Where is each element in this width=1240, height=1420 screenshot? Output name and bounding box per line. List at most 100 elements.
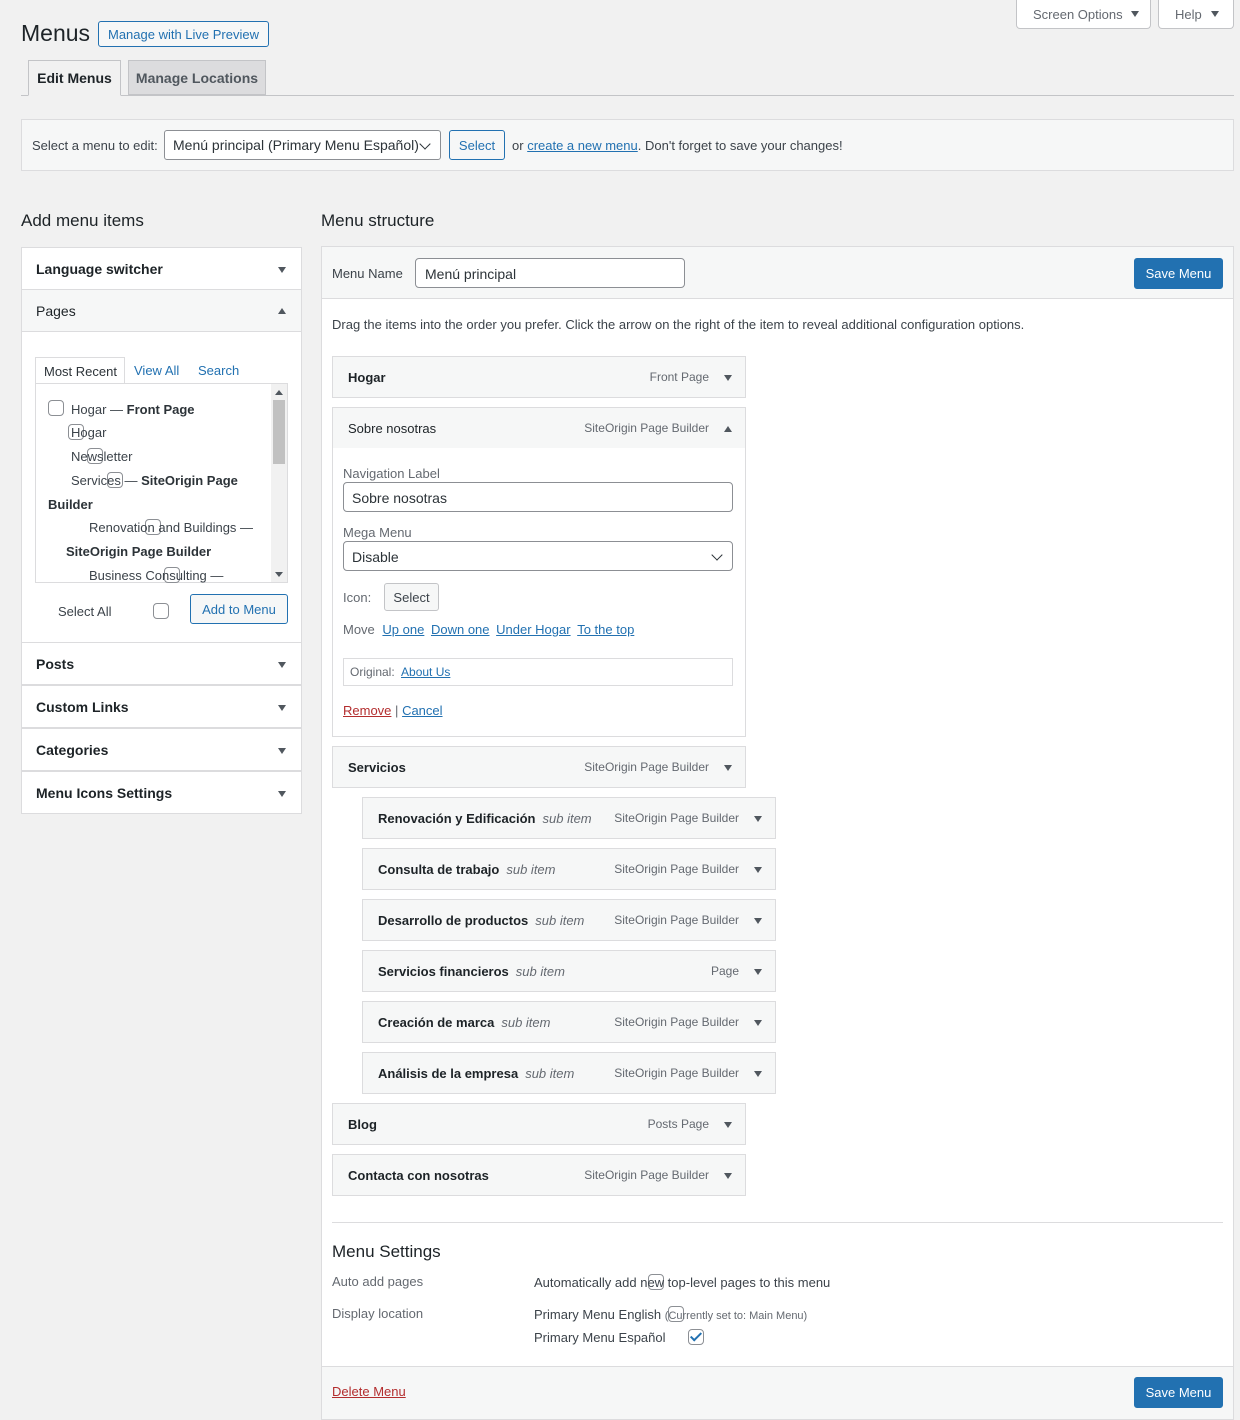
accordion-menu-icons-settings[interactable]: Menu Icons Settings xyxy=(21,771,302,814)
accordion-pages[interactable]: Pages xyxy=(21,289,302,332)
original-link[interactable]: About Us xyxy=(401,665,450,679)
caret-down-icon[interactable] xyxy=(754,969,762,975)
location-espanol-label: Primary Menu Español xyxy=(534,1330,666,1345)
tab-most-recent[interactable]: Most Recent xyxy=(35,357,125,384)
remove-cancel-row: Remove | Cancel xyxy=(343,703,443,718)
accordion-language-switcher[interactable]: Language switcher xyxy=(21,247,302,290)
list-item: Business Consulting — xyxy=(89,568,224,583)
save-menu-button[interactable]: Save Menu xyxy=(1134,258,1223,289)
caret-down-icon[interactable] xyxy=(754,1020,762,1026)
caret-down-icon xyxy=(278,662,286,668)
scrollbar-down-arrow[interactable] xyxy=(275,572,283,577)
menu-name-input[interactable]: Menú principal xyxy=(415,258,685,288)
move-row: Move Up one Down one Under Hogar To the … xyxy=(343,622,634,637)
move-down-link[interactable]: Down one xyxy=(431,622,490,637)
help-button[interactable]: Help xyxy=(1158,0,1234,29)
menu-item-hogar[interactable]: Hogar Front Page xyxy=(332,356,746,398)
nav-label-title: Navigation Label xyxy=(343,466,440,481)
remove-link[interactable]: Remove xyxy=(343,703,391,718)
auto-add-text: Automatically add new top-level pages to… xyxy=(534,1275,831,1290)
move-label: Move xyxy=(343,622,375,637)
scrollbar[interactable] xyxy=(271,384,287,582)
sub-item-label: sub item xyxy=(515,963,565,979)
list-item-wrap: SiteOrigin Page Builder xyxy=(66,544,212,559)
menu-item-type: Front Page xyxy=(649,370,709,384)
location-espanol-checkbox[interactable] xyxy=(687,1329,704,1345)
select-all-checkbox[interactable] xyxy=(152,603,169,619)
original-label: Original: xyxy=(350,665,395,679)
menu-item-title: Creación de marca xyxy=(378,1014,495,1030)
delete-menu-link[interactable]: Delete Menu xyxy=(332,1384,406,1399)
screen-options-button[interactable]: Screen Options xyxy=(1016,0,1151,29)
menu-item-type: SiteOrigin Page Builder xyxy=(614,811,739,825)
accordion-posts[interactable]: Posts xyxy=(21,642,302,685)
menu-item-analisis[interactable]: Análisis de la empresa sub item SiteOrig… xyxy=(362,1052,776,1094)
caret-up-icon[interactable] xyxy=(724,426,732,432)
save-menu-button-bottom[interactable]: Save Menu xyxy=(1134,1377,1223,1408)
tab-view-all[interactable]: View All xyxy=(134,363,179,378)
tabs-divider xyxy=(21,95,1234,96)
menu-item-type: SiteOrigin Page Builder xyxy=(614,1066,739,1080)
menu-item-type: SiteOrigin Page Builder xyxy=(614,1015,739,1029)
list-item: Newsletter xyxy=(71,449,133,464)
caret-down-icon[interactable] xyxy=(724,765,732,771)
mega-menu-select[interactable]: Disable xyxy=(343,541,733,571)
page-checkbox[interactable] xyxy=(48,400,64,416)
move-up-link[interactable]: Up one xyxy=(382,622,424,637)
caret-down-icon[interactable] xyxy=(724,1173,732,1179)
select-menu-button[interactable]: Select xyxy=(449,130,505,160)
menu-item-creacion[interactable]: Creación de marca sub item SiteOrigin Pa… xyxy=(362,1001,776,1043)
caret-down-icon[interactable] xyxy=(724,375,732,381)
menu-item-consulta[interactable]: Consulta de trabajo sub item SiteOrigin … xyxy=(362,848,776,890)
menu-item-sobre-nosotras[interactable]: Sobre nosotras SiteOrigin Page Builder xyxy=(332,407,746,449)
menu-item-renovacion[interactable]: Renovación y Edificación sub item SiteOr… xyxy=(362,797,776,839)
nav-label-input[interactable]: Sobre nosotras xyxy=(343,482,733,512)
screen-options-label: Screen Options xyxy=(1033,6,1123,22)
menu-item-title: Consulta de trabajo xyxy=(378,861,500,877)
tab-edit-label: Edit Menus xyxy=(37,70,112,86)
sub-item-label: sub item xyxy=(506,861,556,877)
auto-add-label: Auto add pages xyxy=(332,1274,424,1289)
page-title: Services — xyxy=(71,473,142,488)
menu-item-type: SiteOrigin Page Builder xyxy=(584,1168,709,1182)
scrollbar-up-arrow[interactable] xyxy=(275,390,283,395)
list-item: Hogar xyxy=(71,425,107,440)
caret-down-icon xyxy=(278,748,286,754)
menu-item-type: SiteOrigin Page Builder xyxy=(614,862,739,876)
menu-name-value: Menú principal xyxy=(425,266,517,282)
create-menu-link[interactable]: create a new menu xyxy=(527,138,638,153)
caret-down-icon[interactable] xyxy=(724,1122,732,1128)
move-under-link[interactable]: Under Hogar xyxy=(496,622,570,637)
menu-item-contacta[interactable]: Contacta con nosotras SiteOrigin Page Bu… xyxy=(332,1154,746,1196)
menu-item-blog[interactable]: Blog Posts Page xyxy=(332,1103,746,1145)
live-preview-button[interactable]: Manage with Live Preview xyxy=(98,21,269,47)
checkmark-icon xyxy=(689,1329,702,1342)
menu-item-title: Hogar xyxy=(348,369,386,385)
menu-item-desarrollo[interactable]: Desarrollo de productos sub item SiteOri… xyxy=(362,899,776,941)
cancel-link[interactable]: Cancel xyxy=(402,703,442,718)
caret-down-icon[interactable] xyxy=(754,816,762,822)
tab-edit-menus[interactable]: Edit Menus xyxy=(28,60,121,96)
list-item: Renovation and Buildings — xyxy=(89,520,254,535)
tab-search[interactable]: Search xyxy=(198,363,239,378)
accordion-label: Menu Icons Settings xyxy=(36,784,173,801)
caret-up-icon xyxy=(278,308,286,314)
caret-down-icon[interactable] xyxy=(754,867,762,873)
scrollbar-thumb[interactable] xyxy=(273,400,285,464)
menu-item-financieros[interactable]: Servicios financieros sub item Page xyxy=(362,950,776,992)
accordion-categories[interactable]: Categories xyxy=(21,728,302,771)
drag-instructions: Drag the items into the order you prefer… xyxy=(332,317,1025,332)
caret-down-icon[interactable] xyxy=(754,1071,762,1077)
selector-tail: or create a new menu. Don't forget to sa… xyxy=(512,138,843,153)
menu-select[interactable]: Menú principal (Primary Menu Español) xyxy=(164,130,441,160)
tab-manage-locations[interactable]: Manage Locations xyxy=(128,60,266,95)
caret-down-icon[interactable] xyxy=(754,918,762,924)
add-to-menu-button[interactable]: Add to Menu xyxy=(190,594,288,624)
menu-settings-title: Menu Settings xyxy=(332,1242,441,1261)
page-state: Front Page xyxy=(126,402,195,417)
accordion-custom-links[interactable]: Custom Links xyxy=(21,685,302,728)
icon-select-button[interactable]: Select xyxy=(384,583,439,611)
help-label: Help xyxy=(1175,6,1202,22)
move-top-link[interactable]: To the top xyxy=(577,622,634,637)
menu-item-servicios[interactable]: Servicios SiteOrigin Page Builder xyxy=(332,746,746,788)
